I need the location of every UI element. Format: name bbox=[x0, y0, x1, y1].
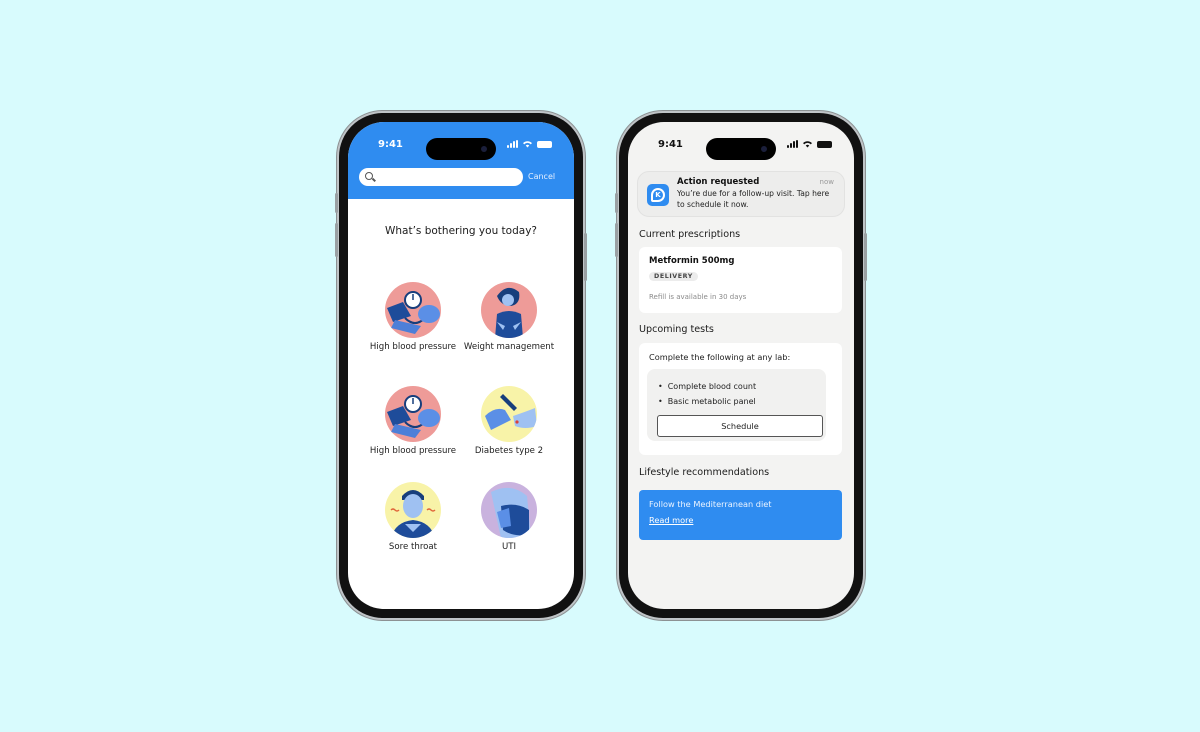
tests-heading: Upcoming tests bbox=[639, 324, 714, 335]
notification-title: Action requested bbox=[677, 177, 760, 187]
signal-icon bbox=[507, 140, 518, 148]
uti-icon bbox=[481, 482, 537, 538]
condition-label: Weight management bbox=[463, 342, 555, 352]
condition-tile[interactable]: Weight management bbox=[461, 282, 557, 353]
test-item: Basic metabolic panel bbox=[658, 394, 756, 409]
tests-list-panel: Complete blood count Basic metabolic pan… bbox=[647, 369, 826, 441]
blood-pressure-cuff-icon bbox=[385, 282, 441, 338]
condition-label: High blood pressure bbox=[369, 342, 457, 352]
wifi-icon bbox=[803, 141, 812, 148]
battery-icon bbox=[537, 140, 552, 148]
phone-side-button bbox=[335, 223, 338, 257]
prescription-name: Metformin 500mg bbox=[649, 256, 735, 266]
condition-tile[interactable]: High blood pressure bbox=[365, 282, 461, 353]
read-more-link[interactable]: Read more bbox=[649, 515, 693, 525]
condition-tile[interactable]: UTI bbox=[461, 482, 557, 553]
refill-status: Refill is available in 30 days bbox=[649, 293, 747, 301]
wifi-icon bbox=[523, 141, 532, 148]
phone-side-button bbox=[615, 223, 618, 257]
condition-label: High blood pressure bbox=[369, 446, 457, 456]
condition-tile[interactable]: Sore throat bbox=[365, 482, 461, 553]
test-item: Complete blood count bbox=[658, 379, 756, 394]
phone-side-button bbox=[584, 233, 587, 281]
phone-care-dashboard: 9:41 K Action requested now You’re due f… bbox=[615, 113, 867, 618]
glucose-lancet-icon bbox=[481, 386, 537, 442]
screen: 9:41 Cancel What’s bothering you today? … bbox=[348, 122, 574, 609]
condition-tile[interactable]: High blood pressure bbox=[365, 386, 461, 457]
signal-icon bbox=[787, 140, 798, 148]
sore-throat-man-icon bbox=[385, 482, 441, 538]
prescription-card[interactable]: Metformin 500mg DELIVERY Refill is avail… bbox=[639, 247, 842, 313]
tests-list: Complete blood count Basic metabolic pan… bbox=[658, 379, 756, 409]
phone-symptom-picker: 9:41 Cancel What’s bothering you today? … bbox=[335, 113, 587, 618]
condition-label: UTI bbox=[501, 542, 517, 552]
prescriptions-heading: Current prescriptions bbox=[639, 229, 741, 240]
blood-pressure-cuff-icon bbox=[385, 386, 441, 442]
recommendation-text: Follow the Mediterranean diet bbox=[649, 499, 772, 509]
k-logo-icon: K bbox=[647, 184, 669, 206]
search-input[interactable] bbox=[359, 168, 523, 186]
status-time: 9:41 bbox=[658, 138, 683, 150]
dynamic-island bbox=[706, 138, 776, 160]
condition-label: Diabetes type 2 bbox=[474, 446, 544, 456]
cancel-button[interactable]: Cancel bbox=[528, 172, 555, 181]
notification-body: You’re due for a follow-up visit. Tap he… bbox=[677, 189, 830, 209]
lifestyle-heading: Lifestyle recommendations bbox=[639, 467, 770, 478]
search-header: 9:41 Cancel bbox=[348, 122, 574, 199]
phone-side-button bbox=[615, 193, 618, 213]
tests-card: Complete the following at any lab: Compl… bbox=[639, 343, 842, 455]
search-icon bbox=[365, 172, 373, 180]
screen: 9:41 K Action requested now You’re due f… bbox=[628, 122, 854, 609]
notification-time: now bbox=[819, 178, 834, 186]
phone-side-button bbox=[335, 193, 338, 213]
condition-tile[interactable]: Diabetes type 2 bbox=[461, 386, 557, 457]
schedule-button[interactable]: Schedule bbox=[657, 415, 823, 437]
lifestyle-card[interactable]: Follow the Mediterranean diet Read more bbox=[639, 490, 842, 540]
page-title: What’s bothering you today? bbox=[384, 225, 537, 237]
battery-icon bbox=[817, 140, 832, 148]
tests-intro: Complete the following at any lab: bbox=[649, 352, 791, 362]
status-time: 9:41 bbox=[378, 138, 403, 150]
condition-label: Sore throat bbox=[388, 542, 438, 552]
delivery-badge: DELIVERY bbox=[649, 272, 698, 281]
notification-banner[interactable]: K Action requested now You’re due for a … bbox=[637, 171, 845, 217]
dynamic-island bbox=[426, 138, 496, 160]
phone-side-button bbox=[864, 233, 867, 281]
weight-woman-icon bbox=[481, 282, 537, 338]
